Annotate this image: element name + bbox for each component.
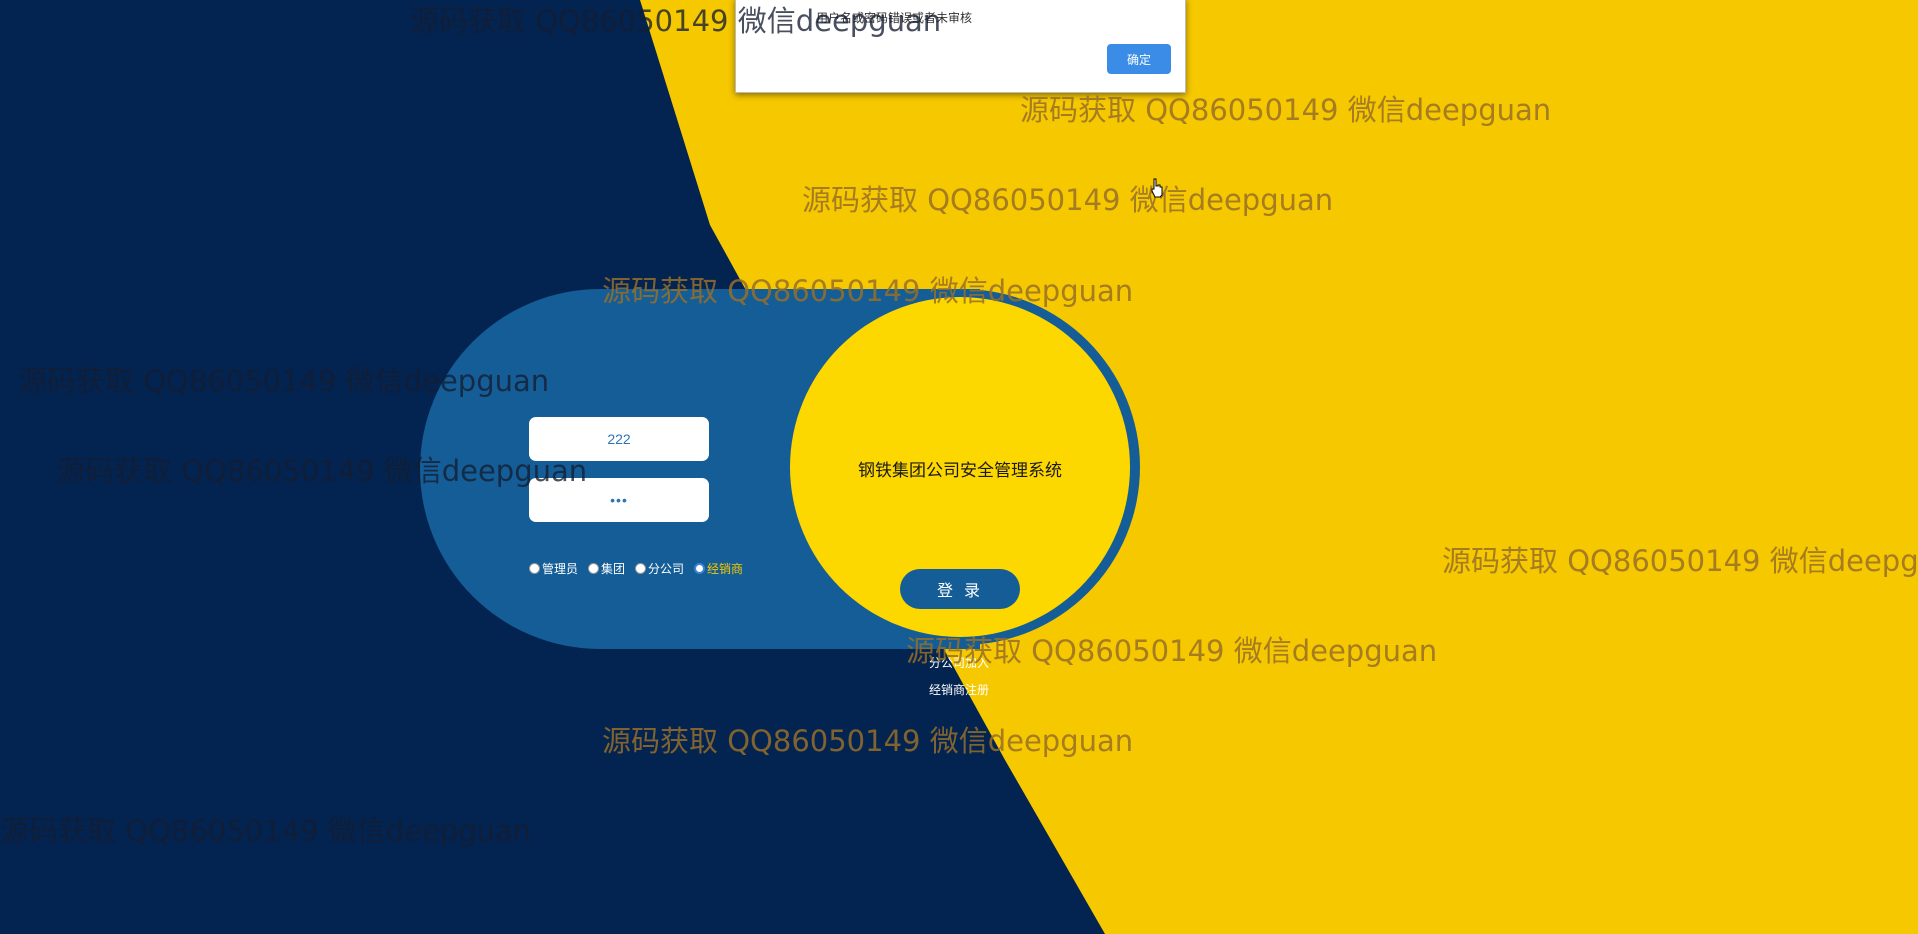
dealer-register-link[interactable]: 经销商注册 — [929, 681, 989, 698]
watermark-text: 源码获取 QQ86050149 微信deepguan — [0, 814, 532, 848]
radio-icon[interactable] — [635, 563, 647, 574]
role-label: 集团 — [601, 562, 626, 576]
role-option-dealer[interactable]: 经销商 — [694, 560, 743, 577]
radio-icon[interactable] — [529, 563, 540, 574]
role-option-group[interactable]: 集团 — [588, 560, 625, 577]
dialog-message: 用户名或密码错误或者未审核 — [816, 11, 973, 25]
login-button[interactable]: 登 录 — [900, 569, 1020, 609]
dialog-ok-button[interactable]: 确定 — [1107, 44, 1171, 74]
role-radio-group: 管理员 集团 分公司 经销商 — [529, 560, 747, 577]
role-label: 经销商 — [707, 562, 744, 576]
radio-checked-icon[interactable] — [694, 563, 706, 574]
branch-join-link[interactable]: 分公司加入 — [929, 654, 989, 671]
alert-dialog: 用户名或密码错误或者未审核 确定 — [735, 0, 1186, 93]
role-option-branch[interactable]: 分公司 — [635, 560, 684, 577]
system-title: 钢铁集团公司安全管理系统 — [858, 461, 1062, 481]
username-input[interactable] — [529, 417, 709, 461]
mouse-pointer-icon — [1151, 178, 1163, 198]
role-label: 分公司 — [648, 562, 685, 576]
radio-icon[interactable] — [588, 563, 600, 574]
role-label: 管理员 — [542, 562, 579, 576]
role-option-admin[interactable]: 管理员 — [529, 560, 578, 577]
password-input[interactable] — [529, 478, 709, 522]
